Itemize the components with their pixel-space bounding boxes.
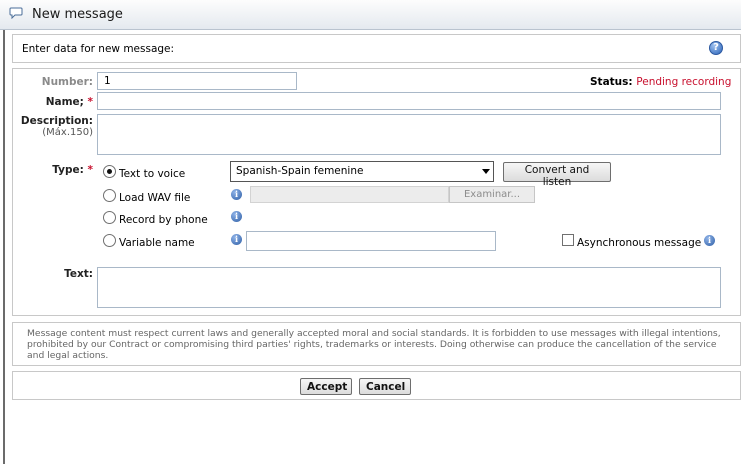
window-titlebar: New message (0, 0, 741, 30)
info-icon-variable[interactable]: i (231, 234, 242, 245)
description-label: Description: (20, 115, 93, 127)
speech-bubble-icon (9, 7, 23, 19)
asynchronous-label: Asynchronous message (577, 237, 702, 249)
info-icon-phone[interactable]: i (231, 211, 242, 222)
asynchronous-checkbox[interactable] (562, 234, 574, 246)
name-label-text: Name; (45, 96, 84, 108)
type-required-mark: * (87, 164, 94, 176)
number-input[interactable] (97, 72, 297, 90)
name-input[interactable] (97, 92, 721, 110)
radio-load-wav-label: Load WAV file (119, 192, 191, 204)
voice-select[interactable]: Spanish-Spain femenine (230, 161, 494, 182)
text-textarea[interactable] (97, 267, 721, 308)
disclaimer-panel: Message content must respect current law… (12, 322, 741, 366)
status-indicator: Status: Pending recording (590, 76, 731, 88)
radio-variable-name-label: Variable name (119, 237, 195, 249)
header-panel: Enter data for new message: ? (12, 34, 741, 63)
radio-record-by-phone-label: Record by phone (119, 214, 208, 226)
browse-button: Examinar... (449, 186, 535, 203)
text-label: Text: (64, 268, 93, 280)
convert-and-listen-button[interactable]: Convert and listen (503, 162, 611, 188)
wav-file-path (250, 186, 449, 203)
accept-button[interactable]: Accept (300, 378, 352, 395)
radio-load-wav[interactable] (103, 189, 116, 202)
status-label: Status: (590, 76, 633, 88)
info-icon-async[interactable]: i (704, 235, 715, 246)
name-label: Name; * (23, 96, 93, 108)
radio-text-to-voice[interactable] (103, 165, 116, 178)
message-form: Number: Status: Pending recording Name; … (12, 68, 741, 316)
name-required-mark: * (87, 96, 94, 108)
header-instruction: Enter data for new message: (22, 43, 175, 55)
actions-panel: Accept Cancel (12, 371, 741, 400)
description-textarea[interactable] (97, 114, 721, 155)
type-label-text: Type: (52, 164, 84, 176)
variable-name-input[interactable] (246, 231, 496, 251)
dialog-body: Enter data for new message: ? Number: St… (3, 30, 741, 464)
number-label: Number: (41, 76, 93, 88)
description-maxlength: (Máx.150) (42, 127, 93, 138)
radio-record-by-phone[interactable] (103, 211, 116, 224)
disclaimer-text: Message content must respect current law… (27, 328, 721, 361)
window-title: New message (32, 7, 123, 22)
cancel-button[interactable]: Cancel (359, 378, 411, 395)
radio-text-to-voice-label: Text to voice (119, 168, 186, 180)
type-label: Type: * (23, 164, 93, 176)
status-value: Pending recording (636, 76, 732, 88)
info-icon-wav[interactable]: i (231, 189, 242, 200)
help-icon[interactable]: ? (709, 41, 723, 55)
chevron-down-icon (482, 169, 490, 174)
radio-variable-name[interactable] (103, 234, 116, 247)
voice-select-value: Spanish-Spain femenine (236, 165, 364, 177)
